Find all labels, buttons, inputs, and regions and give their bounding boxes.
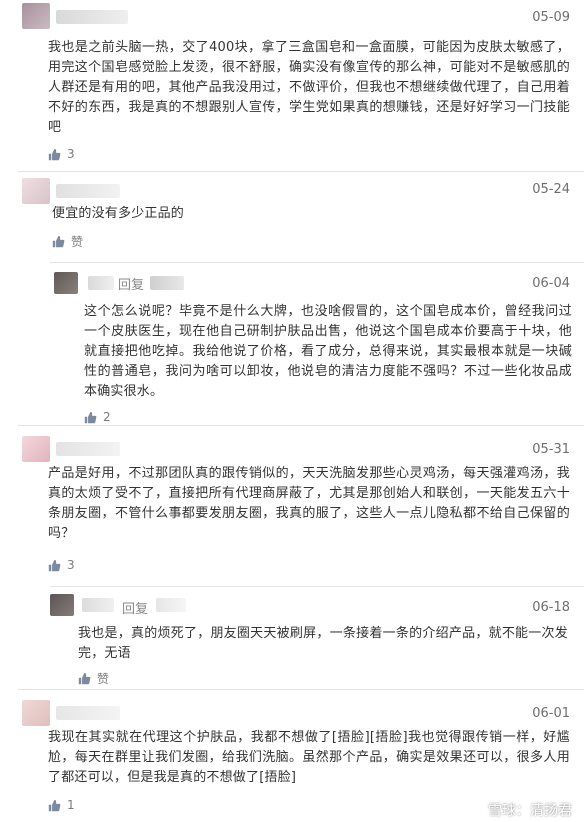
avatar[interactable] — [22, 700, 50, 726]
comment-text: 我也是之前头脑一热，交了400块，拿了三盒国皂和一盒面膜，可能因为皮肤太敏感了，… — [48, 40, 570, 135]
thumbs-up-icon — [48, 799, 61, 811]
username-blurred[interactable] — [88, 276, 114, 290]
username-blurred[interactable] — [82, 598, 114, 612]
comment-date: 05-24 — [532, 182, 570, 197]
like-count: 2 — [103, 410, 111, 424]
comment-date: 05-09 — [532, 10, 570, 25]
avatar[interactable] — [54, 272, 78, 294]
comment-text: 产品是好用，不过那团队真的跟传销似的，天天洗脑发那些心灵鸡汤，每天强灌鸡汤，我真… — [48, 466, 570, 541]
like-label: 赞 — [71, 235, 84, 249]
thumbs-up-icon — [84, 411, 97, 423]
watermark-text: 雪球：清扬君 — [488, 803, 572, 819]
reply-label: 回复 — [118, 278, 145, 293]
username-blurred[interactable] — [56, 706, 120, 720]
comment-date: 06-01 — [532, 706, 570, 721]
thumbs-up-icon — [52, 235, 65, 248]
thumbs-up-icon — [48, 559, 61, 571]
comment-3: 05-31 产品是好用，不过那团队真的跟传销似的，天天洗脑发那些心灵鸡汤，每天强… — [0, 426, 584, 690]
reply-date: 06-18 — [532, 600, 570, 615]
username-blurred[interactable] — [56, 10, 128, 24]
reply-target-blurred[interactable] — [150, 276, 184, 290]
like-button[interactable]: 赞 — [78, 670, 109, 687]
username-blurred[interactable] — [56, 442, 120, 456]
avatar[interactable] — [22, 436, 50, 462]
comment-1: 05-09 我也是之前头脑一热，交了400块，拿了三盒国皂和一盒面膜，可能因为皮… — [0, 0, 584, 172]
divider — [50, 586, 584, 587]
like-button[interactable]: 3 — [48, 147, 75, 161]
thumbs-up-icon — [48, 148, 61, 160]
snowball-logo-icon — [467, 802, 483, 818]
like-button[interactable]: 1 — [48, 798, 75, 812]
divider — [50, 262, 584, 263]
like-count: 1 — [67, 798, 75, 812]
avatar[interactable] — [50, 594, 74, 616]
thumbs-up-icon — [78, 672, 91, 685]
comment-date: 05-31 — [532, 442, 570, 457]
like-button[interactable]: 赞 — [52, 233, 83, 250]
like-count: 3 — [67, 147, 75, 161]
avatar[interactable] — [22, 3, 50, 29]
reply-date: 06-04 — [532, 276, 570, 291]
like-count: 3 — [67, 558, 75, 572]
reply-text: 我也是，真的烦死了，朋友圈天天被刷屏，一条接着一条的介绍产品，就不能一次发完，无… — [78, 626, 568, 661]
reply-2: 回复 06-18 我也是，真的烦死了，朋友圈天天被刷屏，一条接着一条的介绍产品，… — [50, 586, 584, 690]
like-label: 赞 — [97, 672, 110, 686]
reply-text: 这个怎么说呢？毕竟不是什么大牌，也没啥假冒的，这个国皂成本价，曾经我问过一个皮肤… — [84, 304, 572, 399]
reply-label: 回复 — [122, 602, 149, 617]
reply-1: 回复 06-04 这个怎么说呢？毕竟不是什么大牌，也没啥假冒的，这个国皂成本价，… — [50, 262, 584, 426]
comment-text: 便宜的没有多少正品的 — [52, 206, 185, 221]
like-button[interactable]: 2 — [84, 410, 111, 424]
avatar[interactable] — [22, 178, 50, 204]
watermark: 雪球：清扬君 — [466, 800, 572, 820]
comment-text: 我现在其实就在代理这个护肤品，我都不想做了[捂脸][捂脸]我也觉得跟传销一样，好… — [48, 730, 570, 785]
reply-target-blurred[interactable] — [156, 598, 186, 612]
username-blurred[interactable] — [56, 184, 120, 198]
like-button[interactable]: 3 — [48, 558, 75, 572]
comment-2: 05-24 便宜的没有多少正品的 赞 回复 06-04 这个怎么说呢？毕竟不是什… — [0, 172, 584, 426]
